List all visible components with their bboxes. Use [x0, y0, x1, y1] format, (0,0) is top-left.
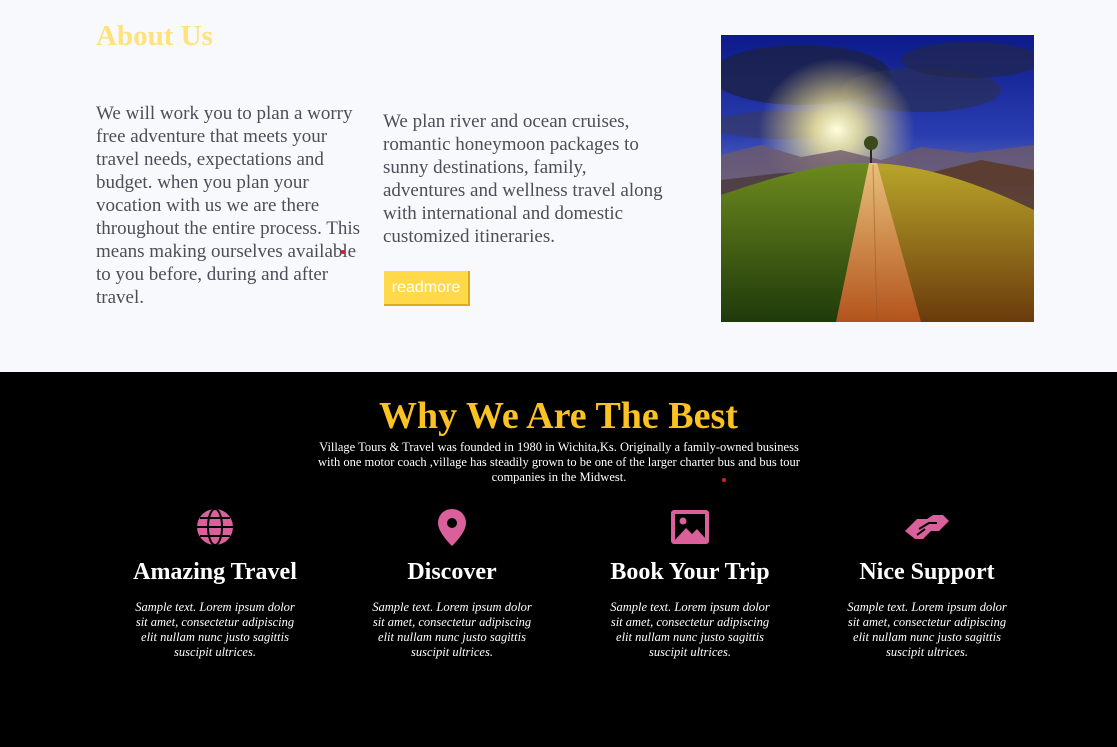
- feature-text: Sample text. Lorem ipsum dolor sit amet,…: [135, 600, 295, 659]
- about-title: About Us: [96, 20, 213, 52]
- why-title: Why We Are The Best: [379, 395, 738, 437]
- why-description: Village Tours & Travel was founded in 19…: [318, 440, 800, 484]
- feature-book-your-trip: Book Your Trip Sample text. Lorem ipsum …: [590, 507, 790, 660]
- readmore-button[interactable]: readmore: [384, 271, 470, 306]
- about-section: About Us We will work you to plan a worr…: [0, 0, 1117, 372]
- feature-text: Sample text. Lorem ipsum dolor sit amet,…: [372, 600, 532, 659]
- feature-discover: Discover Sample text. Lorem ipsum dolor …: [352, 507, 552, 660]
- about-text-left: We will work you to plan a worry free ad…: [96, 103, 361, 308]
- feature-text: Sample text. Lorem ipsum dolor sit amet,…: [610, 600, 770, 659]
- feature-amazing-travel: Amazing Travel Sample text. Lorem ipsum …: [115, 507, 315, 660]
- landscape-road-image: [721, 35, 1034, 322]
- globe-icon: [197, 508, 233, 546]
- feature-title: Discover: [407, 559, 497, 585]
- feature-title: Book Your Trip: [610, 559, 770, 585]
- red-dot-marker: [722, 478, 726, 482]
- handshake-icon: [905, 515, 949, 539]
- feature-nice-support: Nice Support Sample text. Lorem ipsum do…: [827, 507, 1027, 660]
- feature-title: Amazing Travel: [133, 559, 297, 585]
- about-text-right: We plan river and ocean cruises, romanti…: [383, 111, 663, 247]
- feature-title: Nice Support: [859, 559, 995, 585]
- red-dot-marker: [341, 250, 345, 254]
- feature-text: Sample text. Lorem ipsum dolor sit amet,…: [847, 600, 1007, 659]
- why-section: Why We Are The Best Village Tours & Trav…: [0, 372, 1117, 747]
- map-pin-icon: [438, 509, 466, 546]
- image-icon: [671, 510, 709, 544]
